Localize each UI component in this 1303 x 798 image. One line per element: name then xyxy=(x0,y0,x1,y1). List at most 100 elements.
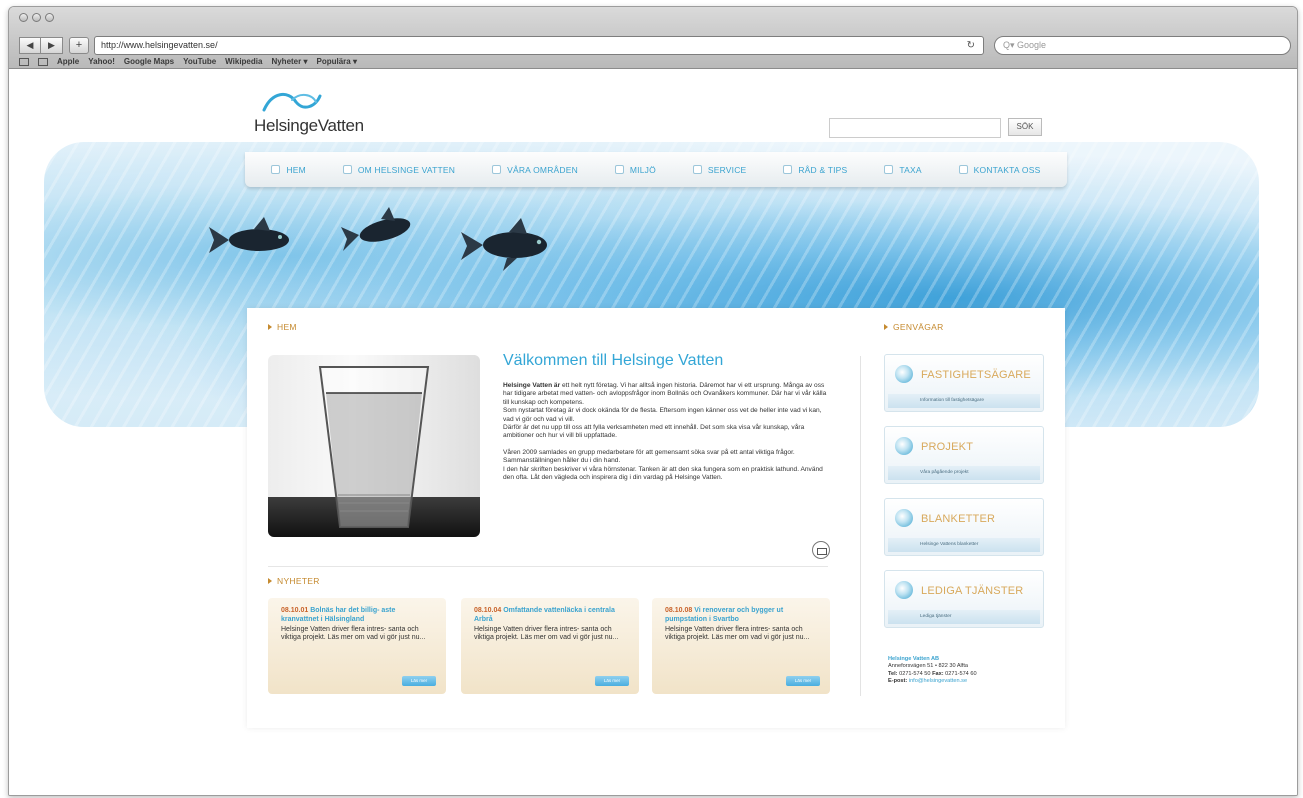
nav-bullet-icon xyxy=(692,165,702,174)
window-controls xyxy=(19,13,54,22)
nav-item-om-helsinge-vatten[interactable]: OM HELSINGE VATTEN xyxy=(342,165,455,175)
web-page: HelsingeVatten SÖK HEM OM HELSINGE VATTE… xyxy=(9,70,1297,795)
news-date: 08.10.01 xyxy=(281,607,309,614)
shortcut-subtitle: Helsinge Vattens blanketter xyxy=(888,538,1040,552)
bookmark-link[interactable]: Wikipedia xyxy=(225,57,262,66)
news-card[interactable]: 08.10.04 Omfattande vattenläcka i centra… xyxy=(461,598,639,694)
news-title[interactable]: 08.10.08 Vi renoverar och bygger ut pump… xyxy=(665,607,817,624)
news-date: 08.10.08 xyxy=(665,607,693,614)
nav-label: HEM xyxy=(286,164,306,175)
bookmark-link[interactable]: Google Maps xyxy=(124,57,174,66)
shortcut-title: FASTIGHETSÄGARE xyxy=(921,369,1031,381)
fish-image xyxy=(461,218,547,271)
news-heading: NYHETER xyxy=(268,576,320,586)
nav-bullet-icon xyxy=(884,165,894,174)
water-drop-icon xyxy=(895,437,913,455)
news-title[interactable]: 08.10.01 Bolnäs har det billig- aste kra… xyxy=(281,607,433,624)
book-icon[interactable] xyxy=(19,58,29,66)
nav-label: SERVICE xyxy=(707,164,747,175)
main-navigation: HEM OM HELSINGE VATTEN VÅRA OMRÅDEN MILJ… xyxy=(245,152,1067,187)
shortcut-title: BLANKETTER xyxy=(921,513,996,525)
email-label: E-post: xyxy=(888,678,908,685)
welcome-lead: Helsinge Vatten är xyxy=(503,382,561,389)
nav-bullet-icon xyxy=(271,165,281,174)
zoom-window-button[interactable] xyxy=(45,13,54,22)
nav-item-taxa[interactable]: TAXA xyxy=(884,164,922,175)
site-search-input[interactable] xyxy=(829,118,1001,138)
news-card[interactable]: 08.10.01 Bolnäs har det billig- aste kra… xyxy=(268,598,446,694)
nav-item-rad-tips[interactable]: RÅD & TIPS xyxy=(783,165,847,175)
breadcrumb[interactable]: HEM xyxy=(268,322,297,332)
shortcut-title: LEDIGA TJÄNSTER xyxy=(921,585,1024,597)
history-buttons: ◀ ▶ xyxy=(19,37,63,54)
search-icon: Q▾ xyxy=(1003,40,1018,50)
email-link[interactable]: info@helsingevatten.se xyxy=(909,678,967,684)
shortcut-projekt[interactable]: PROJEKT Våra pågående projekt xyxy=(884,426,1044,484)
welcome-paragraph: Våren 2009 samlades en grupp medarbetare… xyxy=(503,448,795,465)
news-card[interactable]: 08.10.08 Vi renoverar och bygger ut pump… xyxy=(652,598,830,694)
bookmark-link[interactable]: YouTube xyxy=(183,57,216,66)
browser-search-placeholder: Google xyxy=(1017,40,1047,50)
logo-text: HelsingeVatten xyxy=(254,116,364,135)
nav-item-kontakta-oss[interactable]: KONTAKTA OSS xyxy=(958,165,1041,175)
nav-label: VÅRA OMRÅDEN xyxy=(507,164,578,175)
shortcut-fastighetsagare[interactable]: FASTIGHETSÄGARE Information till fastigh… xyxy=(884,354,1044,412)
site-search-button[interactable]: SÖK xyxy=(1008,118,1042,136)
site-logo[interactable]: HelsingeVatten xyxy=(254,88,364,136)
bookmarks-bar: Apple Yahoo! Google Maps YouTube Wikiped… xyxy=(19,57,357,66)
shortcuts-heading: GENVÄGAR xyxy=(884,322,944,332)
shortcut-subtitle: Våra pågående projekt xyxy=(888,466,1040,480)
news-excerpt: Helsinge Vatten driver flera intres- san… xyxy=(474,626,619,642)
nav-item-vara-omraden[interactable]: VÅRA OMRÅDEN xyxy=(492,165,578,175)
minimize-window-button[interactable] xyxy=(32,13,41,22)
section-divider xyxy=(268,566,828,567)
browser-search-field[interactable]: Q▾ Google xyxy=(994,36,1291,55)
phone-number: 0271-574 50 xyxy=(899,670,931,677)
news-title[interactable]: 08.10.04 Omfattande vattenläcka i centra… xyxy=(474,607,626,624)
news-date: 08.10.04 xyxy=(474,607,502,614)
nav-label: TAXA xyxy=(899,164,922,175)
bookmark-link[interactable]: Yahoo! xyxy=(88,57,115,66)
welcome-paragraph: Därför är det nu upp till oss att fylla … xyxy=(503,424,805,440)
nav-bullet-icon xyxy=(783,165,793,174)
fish-logo-icon xyxy=(262,93,322,112)
water-glass-photo xyxy=(268,355,480,537)
welcome-paragraph: Som nystartat företag är vi dock okända … xyxy=(503,407,822,423)
email-line: E-post: info@helsingevatten.se xyxy=(888,678,977,685)
read-more-button[interactable]: Läs mer xyxy=(595,676,629,686)
browser-window: ◀ ▶ + http://www.helsingevatten.se/ ↻ Q▾… xyxy=(8,6,1298,796)
welcome-paragraph: I den här skriften beskriver vi våra hör… xyxy=(503,465,823,482)
bookmark-link[interactable]: Nyheter ▾ xyxy=(271,57,307,66)
nav-item-service[interactable]: SERVICE xyxy=(692,164,747,175)
address-bar-url: http://www.helsingevatten.se/ xyxy=(101,40,218,50)
shortcut-lediga-tjanster[interactable]: LEDIGA TJÄNSTER Lediga tjänster xyxy=(884,570,1044,628)
water-drop-icon xyxy=(895,581,913,599)
read-more-button[interactable]: Läs mer xyxy=(786,676,820,686)
forward-button[interactable]: ▶ xyxy=(41,37,63,54)
nav-bullet-icon xyxy=(342,165,352,174)
nav-bullet-icon xyxy=(614,165,624,174)
reload-icon[interactable]: ↻ xyxy=(967,37,975,54)
bookmark-link[interactable]: Apple xyxy=(57,57,79,66)
add-bookmark-button[interactable]: + xyxy=(69,37,89,54)
nav-label: MILJÖ xyxy=(629,164,656,175)
shortcut-blanketter[interactable]: BLANKETTER Helsinge Vattens blanketter xyxy=(884,498,1044,556)
contact-info: Helsinge Vatten AB Anneforsvägen 51 • 82… xyxy=(888,656,977,686)
news-excerpt: Helsinge Vatten driver flera intres- san… xyxy=(281,626,426,642)
fish-image xyxy=(209,217,289,253)
fax-label: Fax: xyxy=(932,670,944,677)
street-address: Anneforsvägen 51 • 822 30 Alfta xyxy=(888,663,969,670)
nav-item-miljo[interactable]: MILJÖ xyxy=(614,164,656,175)
phone-fax: Tel: 0271-574 50 Fax: 0271-574 60 xyxy=(888,671,977,678)
print-icon[interactable] xyxy=(812,541,830,559)
shortcut-subtitle: Information till fastighetsägare xyxy=(888,394,1040,408)
bookmark-link[interactable]: Populära ▾ xyxy=(316,57,356,66)
close-window-button[interactable] xyxy=(19,13,28,22)
grid-icon[interactable] xyxy=(38,58,48,66)
back-button[interactable]: ◀ xyxy=(19,37,41,54)
water-drop-icon xyxy=(895,509,913,527)
content-panel: HEM GENVÄGAR Välkommen till Helsinge Vat… xyxy=(247,308,1065,728)
nav-item-hem[interactable]: HEM xyxy=(271,165,306,175)
address-bar[interactable]: http://www.helsingevatten.se/ ↻ xyxy=(94,36,984,55)
read-more-button[interactable]: Läs mer xyxy=(402,676,436,686)
